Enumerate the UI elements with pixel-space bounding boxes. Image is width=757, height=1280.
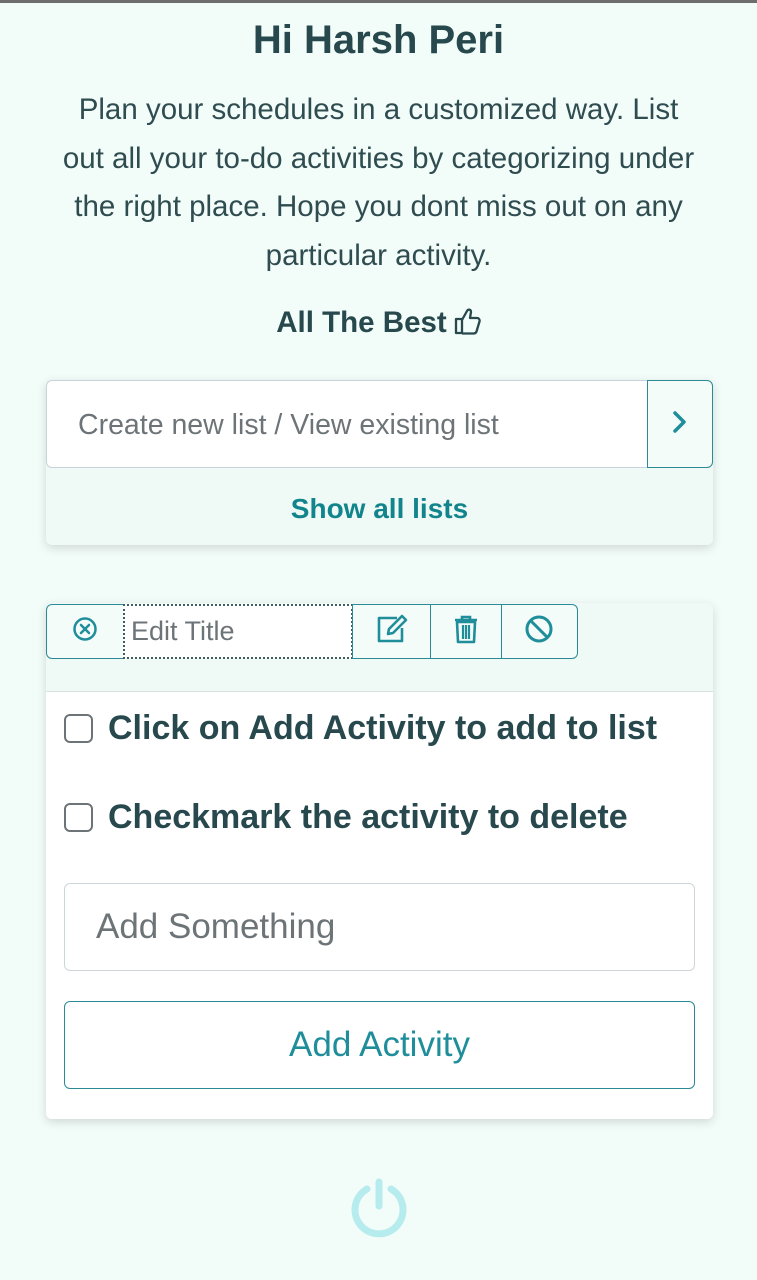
item-label: Checkmark the activity to delete <box>108 797 628 836</box>
greeting-heading: Hi Harsh Peri <box>252 18 505 62</box>
item-checkbox[interactable] <box>64 713 93 743</box>
edit-title-button[interactable] <box>351 604 432 659</box>
delete-list-button[interactable] <box>430 604 502 659</box>
list-item: Checkmark the activity to delete <box>64 797 628 837</box>
list-toolbar: Edit Title <box>46 604 581 659</box>
close-list-button[interactable] <box>46 604 124 659</box>
wish-label: All The Best <box>276 306 447 339</box>
logout-button[interactable] <box>348 1176 410 1238</box>
add-activity-button[interactable]: Add Activity <box>64 1001 695 1089</box>
list-item: Click on Add Activity to add to list <box>64 708 657 748</box>
top-divider <box>0 0 757 3</box>
clear-list-button[interactable] <box>500 604 578 659</box>
thumbs-up-icon <box>453 306 481 344</box>
add-activity-input[interactable]: Add Something <box>64 883 695 971</box>
item-label: Click on Add Activity to add to list <box>108 708 658 747</box>
trash-icon <box>453 614 479 649</box>
list-selector-card: Create new list / View existing list Sho… <box>46 380 713 545</box>
list-title-input[interactable]: Edit Title <box>123 604 353 659</box>
ban-icon <box>524 614 554 649</box>
power-icon <box>348 1178 410 1242</box>
todo-list-card: Edit Title Click on Add Activity to add … <box>46 603 713 1119</box>
chevron-right-icon <box>671 410 689 439</box>
close-circle-icon <box>72 616 98 647</box>
list-search-input[interactable]: Create new list / View existing list <box>46 380 648 468</box>
show-all-lists-link[interactable]: Show all lists <box>46 493 713 525</box>
wish-text: All The Best <box>0 306 757 344</box>
open-list-button[interactable] <box>647 380 713 468</box>
intro-text: Plan your schedules in a customized way.… <box>62 93 695 272</box>
edit-icon <box>375 614 409 649</box>
item-checkbox[interactable] <box>64 802 93 832</box>
todo-list-body: Click on Add Activity to add to list Che… <box>46 691 713 1119</box>
